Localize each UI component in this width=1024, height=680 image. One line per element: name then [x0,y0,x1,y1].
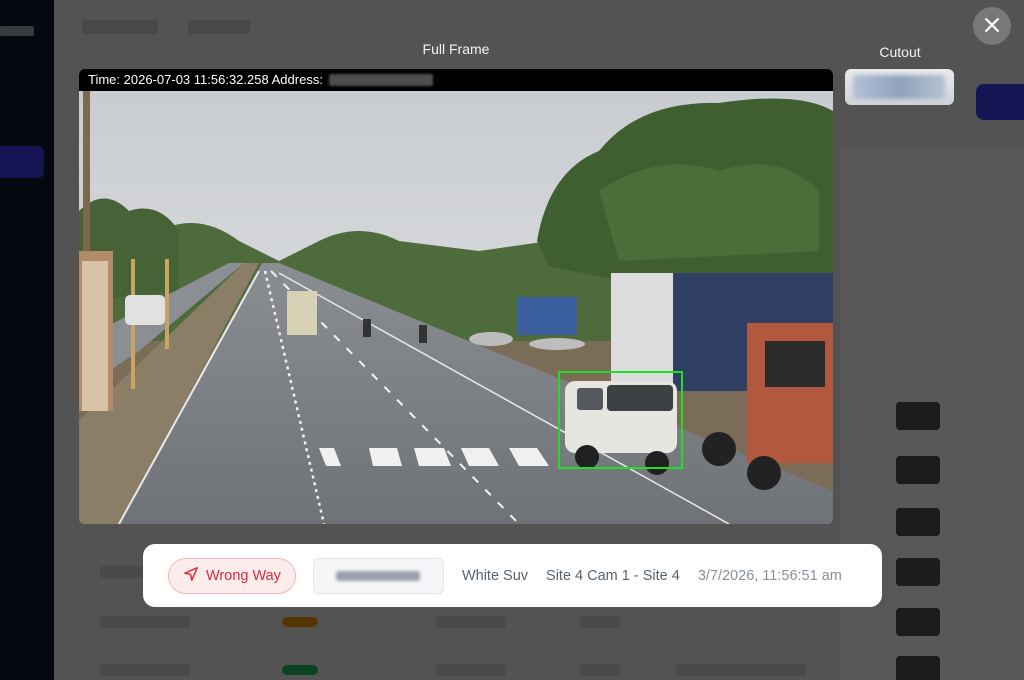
close-icon [983,16,1001,37]
close-button[interactable] [973,7,1011,45]
violation-label: Wrong Way [206,567,281,584]
vehicle-type: White Suv [461,567,529,584]
cutout-plate-redacted [853,75,945,99]
address-label: Address: [271,72,323,87]
address-redacted [328,74,433,86]
frame-header: Time: 2026-07-03 11:56:32.258 Address: [79,69,833,91]
traffic-scene [79,91,833,524]
license-plate-redacted [336,570,421,581]
cutout-title: Cutout [879,44,921,60]
camera-name: Site 4 Cam 1 - Site 4 [546,567,680,584]
cutout-image[interactable] [845,69,954,105]
navigation-arrow-icon [183,566,199,586]
event-timestamp: 3/7/2026, 11:56:51 am [697,567,842,584]
time-value: 2026-07-03 11:56:32.258 [123,72,269,87]
full-frame-title: Full Frame [422,41,490,57]
violation-badge[interactable]: Wrong Way [168,557,296,594]
time-label: Time: [88,72,121,87]
vehicle-bounding-box [558,371,683,469]
license-plate-field[interactable] [312,557,444,594]
full-frame-image[interactable]: Time: 2026-07-03 11:56:32.258 Address: [79,69,833,524]
event-info-card: Wrong Way White Suv Site 4 Cam 1 - Site … [143,544,882,607]
